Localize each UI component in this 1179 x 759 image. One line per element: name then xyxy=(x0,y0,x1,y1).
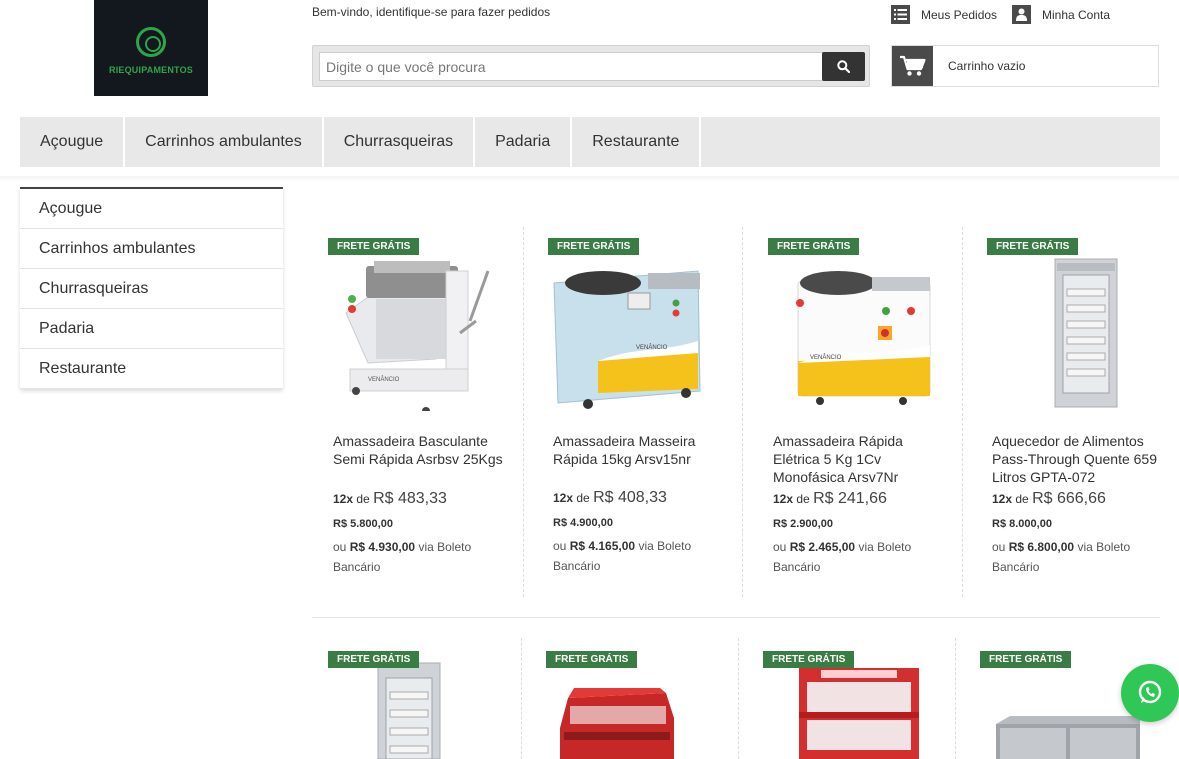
installment-de: de xyxy=(356,492,370,506)
installment-value: R$ 408,33 xyxy=(593,489,667,506)
free-shipping-badge: FRETE GRÁTIS xyxy=(328,238,420,255)
product-name[interactable]: Aquecedor de Alimentos Pass-Through Quen… xyxy=(992,432,1162,486)
boleto-price: ou R$ 2.465,00 via Boleto Bancário xyxy=(773,537,948,577)
nav-item-padaria[interactable]: Padaria xyxy=(475,117,573,167)
svg-text:VENÂNCIO: VENÂNCIO xyxy=(368,376,400,383)
sidebar-item-restaurante[interactable]: Restaurante xyxy=(20,349,283,389)
whatsapp-icon xyxy=(1138,680,1162,704)
installment-count: 12x xyxy=(992,492,1013,506)
installment-de: de xyxy=(576,491,590,505)
sidebar-item-acougue[interactable]: Açougue xyxy=(20,189,283,229)
product-card[interactable]: FRETE GRÁTIS xyxy=(747,638,967,759)
installment-count: 12x xyxy=(553,491,574,505)
installment-price: 12x de R$ 408,33 xyxy=(553,489,667,507)
product-image xyxy=(799,668,919,759)
free-shipping-badge: FRETE GRÁTIS xyxy=(763,651,855,668)
sidebar-categories: Açougue Carrinhos ambulantes Churrasquei… xyxy=(20,187,283,389)
list-icon xyxy=(891,5,910,24)
search-button[interactable] xyxy=(822,52,865,81)
product-image xyxy=(1054,258,1118,408)
installment-count: 12x xyxy=(333,492,354,506)
nav-item-churrasqueiras[interactable]: Churrasqueiras xyxy=(324,117,476,167)
product-name[interactable]: Amassadeira Basculante Semi Rápida Asrbs… xyxy=(333,432,503,468)
my-account-label: Minha Conta xyxy=(1042,7,1111,22)
logo-text: RIEQUIPAMENTOS xyxy=(109,65,193,75)
installment-price: 12x de R$ 666,66 xyxy=(992,490,1106,508)
svg-text:VENÂNCIO: VENÂNCIO xyxy=(810,354,842,361)
free-shipping-badge: FRETE GRÁTIS xyxy=(548,238,640,255)
boleto-value: R$ 6.800,00 xyxy=(1008,540,1075,554)
boleto-prefix: ou xyxy=(773,540,787,554)
boleto-prefix: ou xyxy=(553,539,567,553)
product-image: VENÂNCIO xyxy=(345,261,490,411)
whatsapp-button[interactable] xyxy=(1121,664,1179,722)
product-image: VENÂNCIO xyxy=(796,271,931,405)
my-orders-label: Meus Pedidos xyxy=(921,7,998,22)
installment-de: de xyxy=(796,492,810,506)
search-bar xyxy=(312,45,870,87)
product-image xyxy=(996,716,1140,759)
product-card[interactable]: FRETE GRÁTIS VENÂNCIO Amassadeira Bascul… xyxy=(312,226,532,598)
cart-icon xyxy=(892,46,933,86)
installment-price: 12x de R$ 241,66 xyxy=(773,490,887,508)
cart-button[interactable]: Carrinho vazio xyxy=(891,45,1159,87)
sidebar-item-churrasqueiras[interactable]: Churrasqueiras xyxy=(20,269,283,309)
my-orders-link[interactable]: Meus Pedidos xyxy=(891,5,997,24)
boleto-price: ou R$ 4.165,00 via Boleto Bancário xyxy=(553,536,728,576)
nav-item-acougue[interactable]: Açougue xyxy=(20,117,126,167)
category-nav: Açougue Carrinhos ambulantes Churrasquei… xyxy=(20,117,1160,167)
full-price: R$ 8.000,00 xyxy=(992,518,1052,530)
logo-mark-icon xyxy=(136,27,166,57)
nav-item-carrinhos-ambulantes[interactable]: Carrinhos ambulantes xyxy=(125,117,324,167)
nav-shadow xyxy=(0,176,1179,182)
search-icon xyxy=(837,60,850,73)
free-shipping-badge: FRETE GRÁTIS xyxy=(768,238,860,255)
user-icon xyxy=(1012,5,1031,24)
installment-de: de xyxy=(1015,492,1029,506)
store-logo[interactable]: RIEQUIPAMENTOS xyxy=(94,0,208,96)
cart-label: Carrinho vazio xyxy=(948,59,1026,73)
sidebar-item-padaria[interactable]: Padaria xyxy=(20,309,283,349)
free-shipping-badge: FRETE GRÁTIS xyxy=(328,651,420,668)
installment-value: R$ 666,66 xyxy=(1032,490,1106,507)
product-name[interactable]: Amassadeira Masseira Rápida 15kg Arsv15n… xyxy=(553,432,723,468)
boleto-price: ou R$ 4.930,00 via Boleto Bancário xyxy=(333,537,508,577)
installment-value: R$ 483,33 xyxy=(373,490,447,507)
installment-count: 12x xyxy=(773,492,794,506)
my-account-link[interactable]: Minha Conta xyxy=(1012,5,1110,24)
product-card[interactable]: FRETE GRÁTIS Aquecedor de Alimentos Pass… xyxy=(971,226,1179,598)
boleto-value: R$ 4.165,00 xyxy=(569,539,636,553)
free-shipping-badge: FRETE GRÁTIS xyxy=(987,238,1079,255)
product-image xyxy=(560,688,674,759)
product-image xyxy=(377,662,441,759)
full-price: R$ 4.900,00 xyxy=(553,517,613,529)
product-card[interactable]: FRETE GRÁTIS xyxy=(530,638,750,759)
installment-value: R$ 241,66 xyxy=(813,490,887,507)
boleto-prefix: ou xyxy=(992,540,1006,554)
welcome-text: Bem-vindo, identifique-se para fazer ped… xyxy=(312,5,551,19)
full-price: R$ 5.800,00 xyxy=(333,518,393,530)
product-card[interactable]: FRETE GRÁTIS VENÂNCIO Amassadeira Massei… xyxy=(532,226,752,598)
sidebar-item-carrinhos-ambulantes[interactable]: Carrinhos ambulantes xyxy=(20,229,283,269)
svg-text:VENÂNCIO: VENÂNCIO xyxy=(636,344,668,351)
free-shipping-badge: FRETE GRÁTIS xyxy=(980,651,1072,668)
product-card[interactable]: FRETE GRÁTIS xyxy=(312,638,532,759)
boleto-prefix: ou xyxy=(333,540,347,554)
free-shipping-badge: FRETE GRÁTIS xyxy=(546,651,638,668)
nav-item-restaurante[interactable]: Restaurante xyxy=(572,117,702,167)
installment-price: 12x de R$ 483,33 xyxy=(333,490,447,508)
boleto-price: ou R$ 6.800,00 via Boleto Bancário xyxy=(992,537,1167,577)
product-card[interactable]: FRETE GRÁTIS VENÂNCIO Amassadeira Rápida… xyxy=(752,226,972,598)
boleto-value: R$ 4.930,00 xyxy=(349,540,416,554)
row-divider xyxy=(312,617,1160,618)
boleto-value: R$ 2.465,00 xyxy=(789,540,856,554)
search-input[interactable] xyxy=(319,52,829,81)
full-price: R$ 2.900,00 xyxy=(773,518,833,530)
product-name[interactable]: Amassadeira Rápida Elétrica 5 Kg 1Cv Mon… xyxy=(773,432,943,486)
product-image: VENÂNCIO xyxy=(553,270,701,409)
